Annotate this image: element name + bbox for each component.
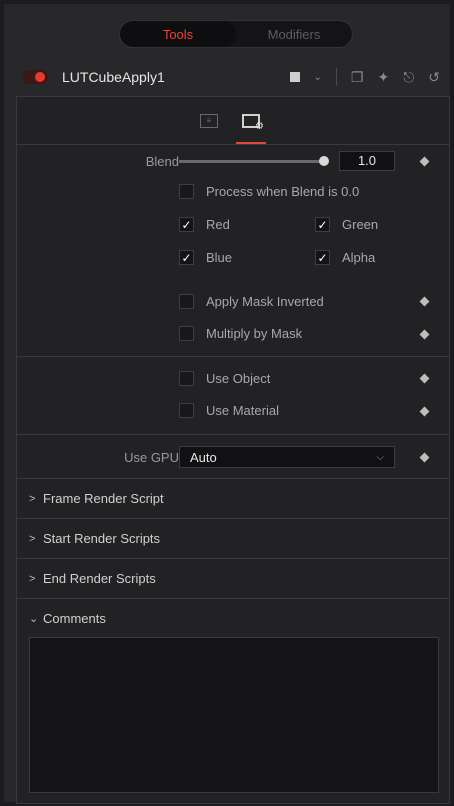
section-divider — [17, 434, 449, 435]
chevron-down-icon: ⌵ — [376, 451, 384, 463]
tool-name: LUTCubeApply1 — [62, 69, 165, 85]
chevron-right-icon: > — [29, 492, 36, 505]
checkbox-label: Green — [342, 217, 379, 232]
alpha-channel-checkbox[interactable]: ✓ Alpha — [315, 250, 375, 265]
multiply-by-mask-checkbox[interactable]: Multiply by Mask — [179, 326, 302, 341]
blend-slider-handle[interactable] — [319, 156, 329, 166]
section-divider — [17, 356, 449, 357]
chevron-down-icon: ⌄ — [29, 613, 39, 625]
checkbox-box: ✓ — [179, 217, 194, 232]
window-icon[interactable]: ❐ — [351, 69, 364, 86]
red-channel-checkbox[interactable]: ✓ Red — [179, 217, 230, 232]
blend-slider-track[interactable] — [179, 160, 323, 163]
use-gpu-value: Auto — [190, 449, 217, 465]
section-end-render-scripts[interactable]: > End Render Scripts — [17, 558, 449, 598]
blend-label: Blend — [145, 153, 179, 169]
header-divider — [335, 68, 337, 86]
checkbox-box: ✓ — [315, 217, 330, 232]
use-gpu-label: Use GPU — [124, 449, 179, 465]
chevron-down-icon[interactable]: ⌄ — [314, 72, 322, 83]
checkbox-label: Multiply by Mask — [206, 326, 303, 341]
keyframe-diamond-icon[interactable] — [419, 452, 430, 463]
tab-tools[interactable]: Tools — [120, 21, 236, 47]
tool-controls-panel: ≡ ⚙ Blend 1.0 Process when Blend is 0.0 … — [16, 96, 450, 804]
process-when-blend-zero-checkbox[interactable]: Process when Blend is 0.0 — [179, 184, 359, 199]
view-toggle-icon[interactable] — [289, 72, 300, 82]
blue-channel-checkbox[interactable]: ✓ Blue — [179, 250, 232, 265]
checkbox-box — [179, 184, 194, 199]
checkbox-box: ✓ — [315, 250, 330, 265]
sliders-tab-icon[interactable]: ≡ — [200, 113, 218, 128]
use-object-checkbox[interactable]: Use Object — [179, 371, 270, 386]
keyframe-diamond-icon[interactable] — [419, 156, 430, 167]
section-label: Comments — [43, 611, 106, 626]
checkbox-label: Process when Blend is 0.0 — [206, 184, 360, 199]
blend-row: Blend 1.0 — [17, 145, 449, 177]
section-comments[interactable]: ⌄ Comments — [17, 598, 449, 638]
control-tabs: ≡ ⚙ — [17, 97, 449, 145]
use-gpu-dropdown[interactable]: Auto ⌵ — [179, 446, 395, 468]
section-label: Start Render Scripts — [43, 531, 161, 546]
blend-value-field[interactable]: 1.0 — [339, 151, 395, 171]
tool-enable-toggle[interactable] — [22, 70, 48, 84]
keyframe-diamond-icon[interactable] — [419, 373, 430, 384]
keyframe-diamond-icon[interactable] — [419, 406, 430, 417]
chevron-right-icon: > — [29, 532, 36, 545]
settings-tab-icon[interactable]: ⚙ — [236, 106, 266, 144]
use-material-checkbox[interactable]: Use Material — [179, 403, 279, 418]
checkbox-label: Alpha — [342, 250, 376, 265]
section-label: End Render Scripts — [43, 571, 156, 586]
checkbox-label: Red — [206, 217, 230, 232]
use-gpu-row: Use GPU Auto ⌵ — [17, 441, 449, 473]
checkbox-label: Use Object — [206, 371, 271, 386]
lock-icon[interactable]: ⎋ — [403, 69, 414, 86]
checkbox-label: Blue — [206, 250, 233, 265]
pin-icon[interactable]: ✦ — [377, 69, 389, 86]
checkbox-label: Use Material — [206, 403, 279, 418]
chevron-right-icon: > — [29, 572, 36, 585]
comments-textarea[interactable] — [29, 637, 439, 793]
section-label: Frame Render Script — [43, 491, 164, 506]
apply-mask-inverted-checkbox[interactable]: Apply Mask Inverted — [179, 294, 324, 309]
keyframe-diamond-icon[interactable] — [419, 329, 430, 340]
tab-modifiers[interactable]: Modifiers — [236, 21, 352, 47]
reset-icon[interactable]: ↺ — [428, 69, 440, 86]
keyframe-diamond-icon[interactable] — [419, 296, 430, 307]
checkbox-box: ✓ — [179, 250, 194, 265]
tools-modifiers-switch: Tools Modifiers — [119, 20, 353, 48]
checkbox-label: Apply Mask Inverted — [206, 294, 324, 309]
section-frame-render-script[interactable]: > Frame Render Script — [17, 478, 449, 518]
header-icons: ⌄ ❐ ✦ ⎋ ↺ — [289, 68, 440, 86]
tool-header: LUTCubeApply1 ⌄ ❐ ✦ ⎋ ↺ — [16, 62, 446, 92]
section-start-render-scripts[interactable]: > Start Render Scripts — [17, 518, 449, 558]
checkbox-box — [179, 294, 194, 309]
gear-icon: ⚙ — [255, 120, 264, 132]
checkbox-box — [179, 326, 194, 341]
checkbox-box — [179, 403, 194, 418]
green-channel-checkbox[interactable]: ✓ Green — [315, 217, 378, 232]
inspector-window: Tools Modifiers LUTCubeApply1 ⌄ ❐ ✦ ⎋ ↺ … — [4, 4, 450, 804]
checkbox-box — [179, 371, 194, 386]
